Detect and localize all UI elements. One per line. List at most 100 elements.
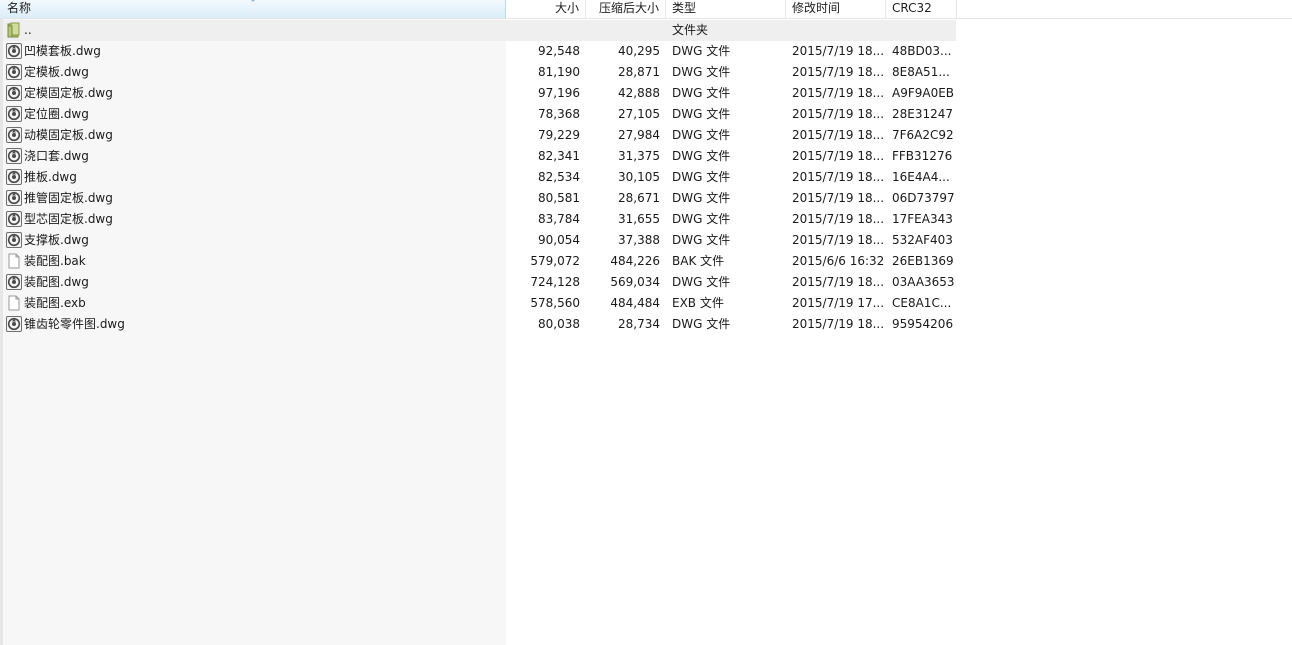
column-header-modified[interactable]: 修改时间 bbox=[786, 0, 886, 18]
file-list: .. 文件夹凹模套板.dwg 92,548 40,295 DWG 文件 2015/7/19… bbox=[0, 20, 1292, 335]
file-name-cell: 浇口套.dwg bbox=[6, 146, 501, 167]
crc32-value: FFB31276 bbox=[892, 149, 953, 163]
file-row[interactable]: 推板.dwg 82,534 30,105 DWG 文件 2015/7/19 18... 1… bbox=[0, 167, 1292, 188]
file-type: BAK 文件 bbox=[672, 254, 725, 268]
dwg-file-icon bbox=[6, 210, 22, 227]
file-name-cell: 推板.dwg bbox=[6, 167, 501, 188]
file-row[interactable]: 支撑板.dwg 90,054 37,388 DWG 文件 2015/7/19 18...… bbox=[0, 230, 1292, 251]
modified-time: 2015/7/19 18... bbox=[792, 44, 884, 58]
crc32-value: 26EB1369 bbox=[892, 254, 954, 268]
file-row[interactable]: 定模固定板.dwg 97,196 42,888 DWG 文件 2015/7/19 18.… bbox=[0, 83, 1292, 104]
file-type: DWG 文件 bbox=[672, 107, 731, 121]
file-size: 79,229 bbox=[538, 128, 580, 142]
modified-time: 2015/7/19 18... bbox=[792, 170, 884, 184]
packed-size: 40,295 bbox=[618, 44, 660, 58]
dwg-file-icon bbox=[6, 147, 22, 164]
crc32-value: A9F9A0EB bbox=[892, 86, 954, 100]
file-type: DWG 文件 bbox=[672, 275, 731, 289]
crc32-value: 17FEA343 bbox=[892, 212, 953, 226]
crc32-value: 8E8A51... bbox=[892, 65, 950, 79]
modified-time: 2015/7/19 18... bbox=[792, 149, 884, 163]
file-name: 锥齿轮零件图.dwg bbox=[24, 317, 125, 331]
sort-arrow-icon bbox=[249, 0, 257, 2]
file-row[interactable]: 装配图.exb 578,560 484,484 EXB 文件 2015/7/19 17.… bbox=[0, 293, 1292, 314]
file-name: 推板.dwg bbox=[24, 170, 77, 184]
crc32-value bbox=[892, 20, 954, 41]
packed-size: 31,375 bbox=[618, 149, 660, 163]
column-header-size[interactable]: 大小 bbox=[506, 0, 586, 18]
file-row[interactable]: 浇口套.dwg 82,341 31,375 DWG 文件 2015/7/19 18...… bbox=[0, 146, 1292, 167]
file-name: 定模板.dwg bbox=[24, 65, 89, 79]
file-type: DWG 文件 bbox=[672, 170, 731, 184]
file-name-cell: 凹模套板.dwg bbox=[6, 41, 501, 62]
crc32-value: 95954206 bbox=[892, 317, 954, 331]
packed-size: 27,105 bbox=[618, 107, 660, 121]
crc32-value: CE8A1C... bbox=[892, 296, 952, 310]
column-header-packed-size-label: 压缩后大小 bbox=[598, 1, 659, 15]
file-name: 装配图.bak bbox=[24, 254, 86, 268]
file-name-cell: 装配图.exb bbox=[6, 293, 501, 314]
packed-size: 27,984 bbox=[618, 128, 660, 142]
file-row[interactable]: 定模板.dwg 81,190 28,871 DWG 文件 2015/7/19 18...… bbox=[0, 62, 1292, 83]
file-size: 579,072 bbox=[530, 254, 580, 268]
file-name: 装配图.dwg bbox=[24, 275, 89, 289]
crc32-value: 48BD03... bbox=[892, 44, 952, 58]
file-type: DWG 文件 bbox=[672, 128, 731, 142]
file-type: DWG 文件 bbox=[672, 149, 731, 163]
file-name: 型芯固定板.dwg bbox=[24, 212, 113, 226]
file-row[interactable]: 推管固定板.dwg 80,581 28,671 DWG 文件 2015/7/19 18.… bbox=[0, 188, 1292, 209]
file-row[interactable]: 装配图.bak 579,072 484,226 BAK 文件 2015/6/6 16:3… bbox=[0, 251, 1292, 272]
modified-time: 2015/7/19 18... bbox=[792, 317, 884, 331]
file-row[interactable]: 凹模套板.dwg 92,548 40,295 DWG 文件 2015/7/19 18..… bbox=[0, 41, 1292, 62]
file-row[interactable]: 型芯固定板.dwg 83,784 31,655 DWG 文件 2015/7/19 18.… bbox=[0, 209, 1292, 230]
crc32-value: 03AA3653 bbox=[892, 275, 954, 289]
crc32-value: 532AF403 bbox=[892, 233, 953, 247]
file-size: 90,054 bbox=[538, 233, 580, 247]
file-row[interactable]: 动模固定板.dwg 79,229 27,984 DWG 文件 2015/7/19 18.… bbox=[0, 125, 1292, 146]
file-name: 装配图.exb bbox=[24, 296, 86, 310]
file-name-cell: 支撑板.dwg bbox=[6, 230, 501, 251]
column-header-packed-size[interactable]: 压缩后大小 bbox=[586, 0, 666, 18]
file-name: 定模固定板.dwg bbox=[24, 86, 113, 100]
file-row[interactable]: 锥齿轮零件图.dwg 80,038 28,734 DWG 文件 2015/7/19 18… bbox=[0, 314, 1292, 335]
file-size: 80,038 bbox=[538, 317, 580, 331]
file-row[interactable]: 装配图.dwg 724,128 569,034 DWG 文件 2015/7/19 18.… bbox=[0, 272, 1292, 293]
file-size: 82,341 bbox=[538, 149, 580, 163]
file-size: 92,548 bbox=[538, 44, 580, 58]
packed-size bbox=[586, 20, 660, 41]
file-type: DWG 文件 bbox=[672, 191, 731, 205]
file-name-cell: 定模板.dwg bbox=[6, 62, 501, 83]
column-header-crc32[interactable]: CRC32 bbox=[886, 0, 957, 18]
file-size: 81,190 bbox=[538, 65, 580, 79]
packed-size: 37,388 bbox=[618, 233, 660, 247]
file-name: 推管固定板.dwg bbox=[24, 191, 113, 205]
modified-time: 2015/7/19 17... bbox=[792, 296, 884, 310]
file-row[interactable]: 定位圈.dwg 78,368 27,105 DWG 文件 2015/7/19 18...… bbox=[0, 104, 1292, 125]
file-size: 82,534 bbox=[538, 170, 580, 184]
dwg-file-icon bbox=[6, 105, 22, 122]
column-header-name[interactable]: 名称 bbox=[0, 0, 506, 18]
modified-time: 2015/7/19 18... bbox=[792, 128, 884, 142]
dwg-file-icon bbox=[6, 231, 22, 248]
column-header-type[interactable]: 类型 bbox=[666, 0, 786, 18]
modified-time: 2015/7/19 18... bbox=[792, 86, 884, 100]
file-name-cell: 装配图.dwg bbox=[6, 272, 501, 293]
file-type: EXB 文件 bbox=[672, 296, 724, 310]
file-name: 凹模套板.dwg bbox=[24, 44, 101, 58]
file-type: DWG 文件 bbox=[672, 65, 731, 79]
dwg-file-icon bbox=[6, 273, 22, 290]
file-type: DWG 文件 bbox=[672, 86, 731, 100]
file-name-cell: 定模固定板.dwg bbox=[6, 83, 501, 104]
column-header-type-label: 类型 bbox=[672, 1, 697, 15]
packed-size: 31,655 bbox=[618, 212, 660, 226]
file-size: 97,196 bbox=[538, 86, 580, 100]
column-header-bar: 名称 大小 压缩后大小 类型 修改时间 CRC32 bbox=[0, 0, 1292, 19]
file-name-cell: 动模固定板.dwg bbox=[6, 125, 501, 146]
parent-folder-row[interactable]: .. 文件夹 bbox=[0, 20, 1292, 41]
file-name: .. bbox=[24, 23, 32, 37]
file-size: 78,368 bbox=[538, 107, 580, 121]
modified-time: 2015/7/19 18... bbox=[792, 191, 884, 205]
crc32-value: 16E4A4... bbox=[892, 170, 950, 184]
file-size bbox=[506, 20, 580, 41]
dwg-file-icon bbox=[6, 315, 22, 332]
